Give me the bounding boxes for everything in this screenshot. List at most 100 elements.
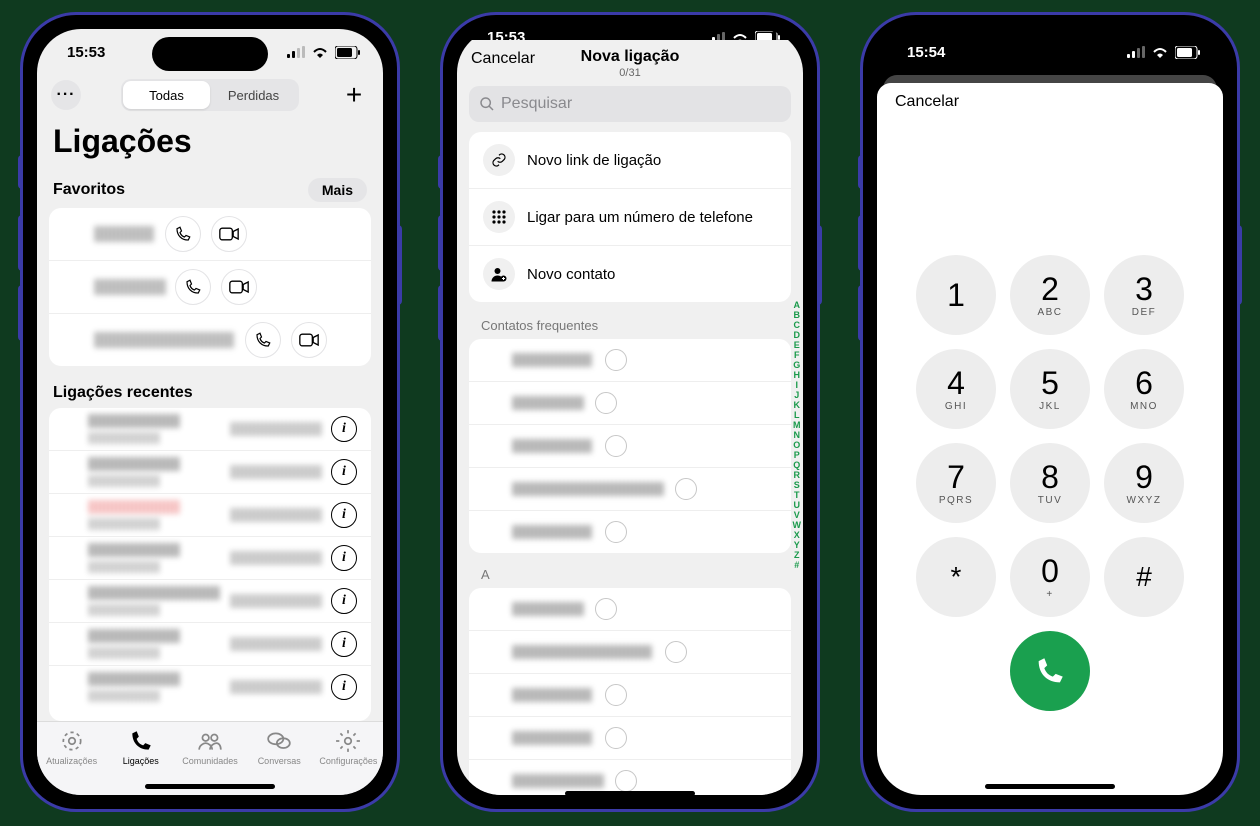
index-letter[interactable]: F	[794, 350, 800, 360]
index-letter[interactable]: P	[794, 450, 800, 460]
cancel-button[interactable]: Cancelar	[471, 50, 535, 68]
more-menu-button[interactable]: ···	[51, 80, 81, 110]
contact-row[interactable]	[469, 759, 791, 795]
keypad-key-#[interactable]: #	[1104, 537, 1184, 617]
keypad-key-*[interactable]: *	[916, 537, 996, 617]
cancel-button[interactable]: Cancelar	[877, 83, 1223, 111]
contact-row[interactable]	[469, 588, 791, 630]
recent-call-row[interactable]: i	[49, 450, 371, 493]
index-letter[interactable]: R	[794, 470, 801, 480]
search-input[interactable]: Pesquisar	[469, 86, 791, 122]
contact-row[interactable]	[469, 381, 791, 424]
contact-row[interactable]	[469, 424, 791, 467]
voice-call-icon[interactable]	[165, 216, 201, 252]
home-indicator[interactable]	[985, 784, 1115, 789]
option-call-link[interactable]: Novo link de ligação	[469, 132, 791, 188]
radio-icon[interactable]	[595, 392, 617, 414]
contact-row[interactable]	[469, 467, 791, 510]
calls-filter-segment[interactable]: Todas Perdidas	[121, 79, 299, 111]
index-letter[interactable]: B	[794, 310, 801, 320]
video-call-icon[interactable]	[221, 269, 257, 305]
keypad-key-2[interactable]: 2ABC	[1010, 255, 1090, 335]
segment-missed[interactable]: Perdidas	[210, 81, 297, 109]
index-letter[interactable]: Z	[794, 550, 800, 560]
index-letter[interactable]: W	[793, 520, 802, 530]
recent-call-row[interactable]: i	[49, 536, 371, 579]
index-letter[interactable]: G	[793, 360, 800, 370]
index-letter[interactable]: S	[794, 480, 800, 490]
index-letter[interactable]: X	[794, 530, 800, 540]
radio-icon[interactable]	[615, 770, 637, 792]
keypad-key-9[interactable]: 9WXYZ	[1104, 443, 1184, 523]
radio-icon[interactable]	[675, 478, 697, 500]
home-indicator[interactable]	[565, 791, 695, 795]
radio-icon[interactable]	[605, 521, 627, 543]
radio-icon[interactable]	[665, 641, 687, 663]
index-letter[interactable]: #	[794, 560, 799, 570]
contact-row[interactable]	[469, 630, 791, 673]
segment-all[interactable]: Todas	[123, 81, 210, 109]
index-letter[interactable]: D	[794, 330, 801, 340]
keypad-key-8[interactable]: 8TUV	[1010, 443, 1090, 523]
tab-settings[interactable]: Configurações	[314, 722, 383, 795]
index-letter[interactable]: M	[793, 420, 801, 430]
radio-icon[interactable]	[605, 684, 627, 706]
keypad-key-0[interactable]: 0+	[1010, 537, 1090, 617]
voice-call-icon[interactable]	[175, 269, 211, 305]
info-icon[interactable]: i	[331, 416, 357, 442]
contact-row[interactable]	[469, 673, 791, 716]
keypad-key-3[interactable]: 3DEF	[1104, 255, 1184, 335]
option-dial-number[interactable]: Ligar para um número de telefone	[469, 188, 791, 245]
recent-call-row[interactable]: i	[49, 493, 371, 536]
index-letter[interactable]: T	[794, 490, 800, 500]
recent-call-row[interactable]: i	[49, 622, 371, 665]
index-letter[interactable]: J	[794, 390, 799, 400]
new-call-button[interactable]: +	[339, 80, 369, 110]
info-icon[interactable]: i	[331, 502, 357, 528]
radio-icon[interactable]	[595, 598, 617, 620]
video-call-icon[interactable]	[211, 216, 247, 252]
radio-icon[interactable]	[605, 349, 627, 371]
radio-icon[interactable]	[605, 727, 627, 749]
info-icon[interactable]: i	[331, 545, 357, 571]
voice-call-icon[interactable]	[245, 322, 281, 358]
index-letter[interactable]: E	[794, 340, 800, 350]
radio-icon[interactable]	[605, 435, 627, 457]
keypad-key-6[interactable]: 6MNO	[1104, 349, 1184, 429]
index-letter[interactable]: A	[794, 300, 801, 310]
info-icon[interactable]: i	[331, 588, 357, 614]
tab-updates[interactable]: Atualizações	[37, 722, 106, 795]
index-letter[interactable]: I	[795, 380, 798, 390]
recent-call-row[interactable]: i	[49, 579, 371, 622]
index-letter[interactable]: H	[794, 370, 801, 380]
index-letter[interactable]: Y	[794, 540, 800, 550]
keypad-key-1[interactable]: 1	[916, 255, 996, 335]
video-call-icon[interactable]	[291, 322, 327, 358]
recent-call-row[interactable]: i	[49, 665, 371, 708]
index-letter[interactable]: V	[794, 510, 800, 520]
home-indicator[interactable]	[145, 784, 275, 789]
contact-row[interactable]	[469, 510, 791, 553]
dial-button[interactable]	[1010, 631, 1090, 711]
info-icon[interactable]: i	[331, 459, 357, 485]
index-letter[interactable]: Q	[793, 460, 800, 470]
index-letter[interactable]: O	[793, 440, 800, 450]
favorite-row[interactable]	[49, 260, 371, 313]
keypad-key-7[interactable]: 7PQRS	[916, 443, 996, 523]
keypad-key-4[interactable]: 4GHI	[916, 349, 996, 429]
info-icon[interactable]: i	[331, 674, 357, 700]
favorite-row[interactable]	[49, 208, 371, 260]
favorites-more-button[interactable]: Mais	[308, 178, 367, 202]
index-letter[interactable]: U	[794, 500, 801, 510]
index-letter[interactable]: K	[794, 400, 801, 410]
alpha-index[interactable]: ABCDEFGHIJKLMNOPQRSTUVWXYZ#	[793, 300, 802, 570]
index-letter[interactable]: N	[794, 430, 801, 440]
contact-row[interactable]	[469, 716, 791, 759]
index-letter[interactable]: L	[794, 410, 800, 420]
recent-call-row[interactable]: i	[49, 408, 371, 450]
keypad-key-5[interactable]: 5JKL	[1010, 349, 1090, 429]
index-letter[interactable]: C	[794, 320, 801, 330]
favorite-row[interactable]	[49, 313, 371, 366]
info-icon[interactable]: i	[331, 631, 357, 657]
contact-row[interactable]	[469, 339, 791, 381]
